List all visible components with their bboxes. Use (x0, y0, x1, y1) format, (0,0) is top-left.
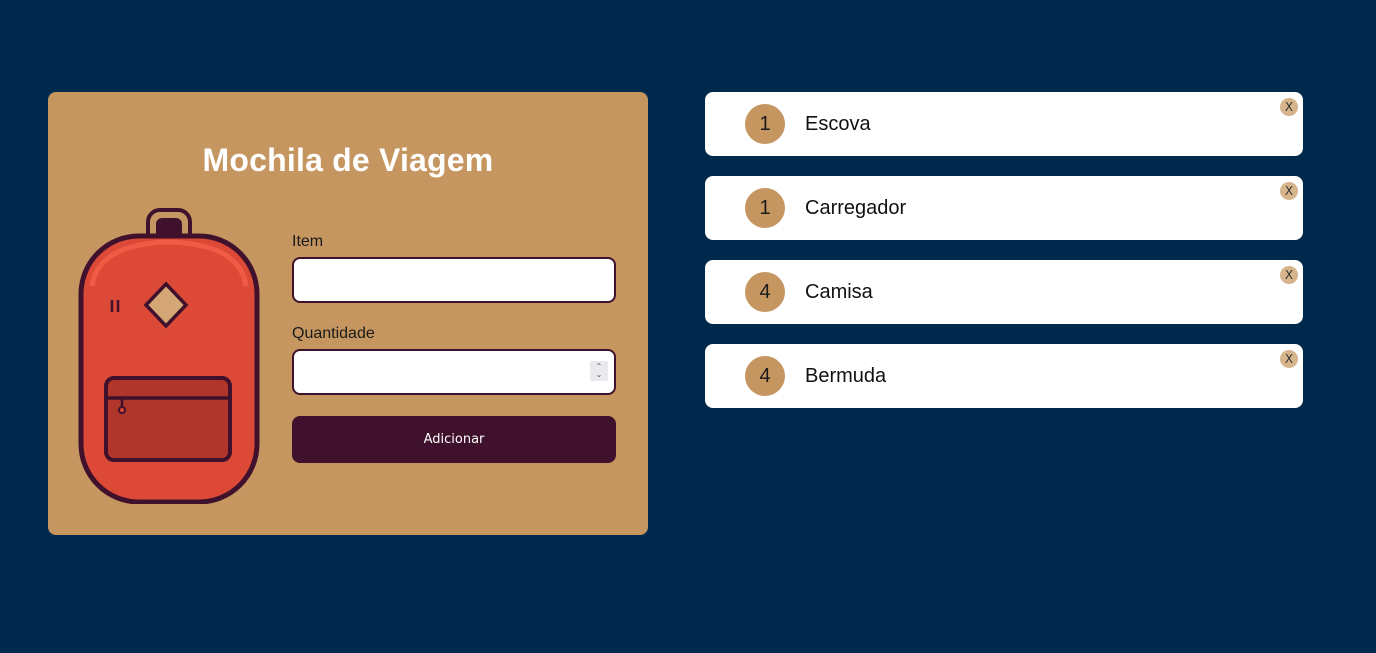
quantity-badge: 4 (745, 272, 785, 312)
page: Mochila de Viagem Item Quantidade ⌃ ⌄ Ad… (0, 0, 1376, 653)
quantity-badge: 1 (745, 104, 785, 144)
packing-form-card: Mochila de Viagem Item Quantidade ⌃ ⌄ Ad… (48, 92, 648, 535)
remove-item-button[interactable]: X (1280, 350, 1298, 368)
item-name: Camisa (805, 281, 873, 303)
list-item: 1 Escova X (705, 92, 1303, 156)
remove-item-button[interactable]: X (1280, 182, 1298, 200)
list-item: 4 Camisa X (705, 260, 1303, 324)
item-name: Carregador (805, 197, 907, 219)
chevron-down-icon[interactable]: ⌄ (596, 371, 603, 379)
item-name: Bermuda (805, 365, 887, 387)
item-input[interactable] (292, 257, 616, 303)
page-title: Mochila de Viagem (202, 142, 494, 178)
quantity-stepper[interactable]: ⌃ ⌄ (590, 361, 608, 381)
quantity-field: ⌃ ⌄ (292, 349, 616, 395)
quantity-badge: 4 (745, 356, 785, 396)
quantity-input[interactable] (292, 349, 616, 395)
backpack-illustration (78, 208, 260, 504)
quantity-label: Quantidade (292, 325, 375, 342)
item-label: Item (292, 233, 324, 250)
item-name: Escova (805, 113, 871, 135)
quantity-badge: 1 (745, 188, 785, 228)
list-item: 4 Bermuda X (705, 344, 1303, 408)
packing-list: 1 Escova X 1 Carregador X 4 Camisa X 4 B… (705, 92, 1303, 428)
remove-item-button[interactable]: X (1280, 266, 1298, 284)
add-item-button[interactable]: Adicionar (292, 416, 616, 463)
add-item-form: Item Quantidade ⌃ ⌄ Adicionar (292, 232, 616, 463)
list-item: 1 Carregador X (705, 176, 1303, 240)
remove-item-button[interactable]: X (1280, 98, 1298, 116)
